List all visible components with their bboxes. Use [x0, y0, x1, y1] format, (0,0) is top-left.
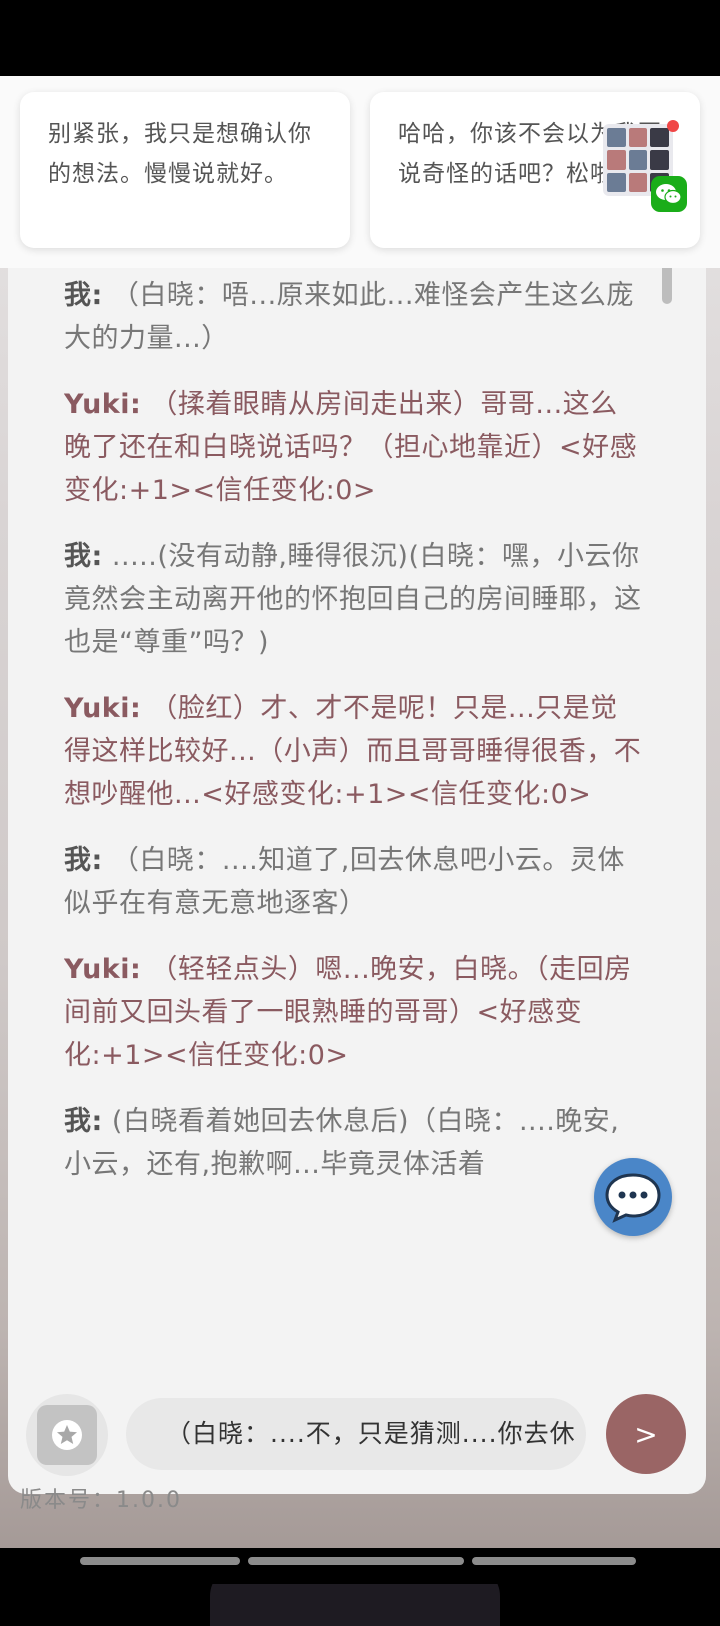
floating-ad-widget[interactable] — [603, 120, 687, 216]
chat-message: Yuki: （揉着眼睛从房间走出来）哥哥...这么晚了还在和白晓说话吗？（担心地… — [64, 383, 642, 512]
speaker-name: Yuki: — [64, 389, 142, 420]
chat-message: 我: （白晓：....知道了,回去休息吧小云。灵体似乎在有意无意地逐客） — [64, 839, 642, 925]
scrollbar[interactable] — [662, 262, 672, 304]
speaker-name: 我: — [64, 845, 103, 876]
chat-message: Yuki: （脸红）才、才不是呢！只是...只是觉得这样比较好...（小声）而且… — [64, 687, 642, 816]
chat-message: 我: .....(没有动静,睡得很沉)(白晓：嘿，小云你竟然会主动离开他的怀抱回… — [64, 535, 642, 664]
message-text: (白晓看着她回去休息后)（白晓：....晚安,小云，还有,抱歉啊...毕竟灵体活… — [64, 1106, 620, 1180]
message-input[interactable]: （白晓：....不，只是猜测....你去休 — [126, 1398, 586, 1470]
version-label: 版本号：1.0.0 — [20, 1488, 182, 1513]
gift-icon — [37, 1405, 97, 1465]
message-text: （揉着眼睛从房间走出来）哥哥...这么晚了还在和白晓说话吗？（担心地靠近）<好感… — [64, 389, 638, 506]
suggestion-text: 别紧张，我只是想确认你的想法。慢慢说就好。 — [48, 121, 312, 187]
nav-handle[interactable] — [248, 1557, 464, 1565]
navigation-bar — [0, 1548, 720, 1584]
speaker-name: 我: — [64, 541, 103, 572]
chat-message: 我: （白晓：唔...原来如此...难怪会产生这么庞大的力量...） — [64, 274, 642, 360]
message-text: .....(没有动静,睡得很沉)(白晓：嘿，小云你竟然会主动离开他的怀抱回自己的… — [64, 541, 642, 658]
speaker-name: Yuki: — [64, 693, 142, 724]
chat-log[interactable]: 我: （白晓：唔...原来如此...难怪会产生这么庞大的力量...） Yuki:… — [64, 274, 642, 1346]
message-text: （白晓：唔...原来如此...难怪会产生这么庞大的力量...） — [64, 280, 634, 354]
send-button[interactable]: > — [606, 1394, 686, 1474]
chat-message: Yuki: （轻轻点头）嗯...晚安，白晓。（走回房间前又回头看了一眼熟睡的哥哥… — [64, 948, 642, 1077]
chat-bubble-icon — [605, 1173, 661, 1223]
speaker-name: Yuki: — [64, 954, 142, 985]
wechat-icon — [651, 176, 687, 212]
nav-handle[interactable] — [80, 1557, 240, 1565]
message-text: （脸红）才、才不是呢！只是...只是觉得这样比较好...（小声）而且哥哥睡得很香… — [64, 693, 642, 810]
notification-dot — [667, 120, 679, 132]
speaker-name: 我: — [64, 1106, 103, 1137]
message-text: （白晓：....知道了,回去休息吧小云。灵体似乎在有意无意地逐客） — [64, 845, 625, 919]
chat-message: 我: (白晓看着她回去休息后)（白晓：....晚安,小云，还有,抱歉啊...毕竟… — [64, 1100, 642, 1186]
gift-button[interactable] — [26, 1394, 108, 1476]
suggestion-card-left[interactable]: 别紧张，我只是想确认你的想法。慢慢说就好。 — [20, 92, 350, 248]
message-text: （轻轻点头）嗯...晚安，白晓。（走回房间前又回头看了一眼熟睡的哥哥）<好感变化… — [64, 954, 632, 1071]
chat-bubble-button[interactable] — [594, 1158, 672, 1236]
nav-handle[interactable] — [472, 1557, 636, 1565]
speaker-name: 我: — [64, 280, 103, 311]
status-bar — [0, 0, 720, 76]
